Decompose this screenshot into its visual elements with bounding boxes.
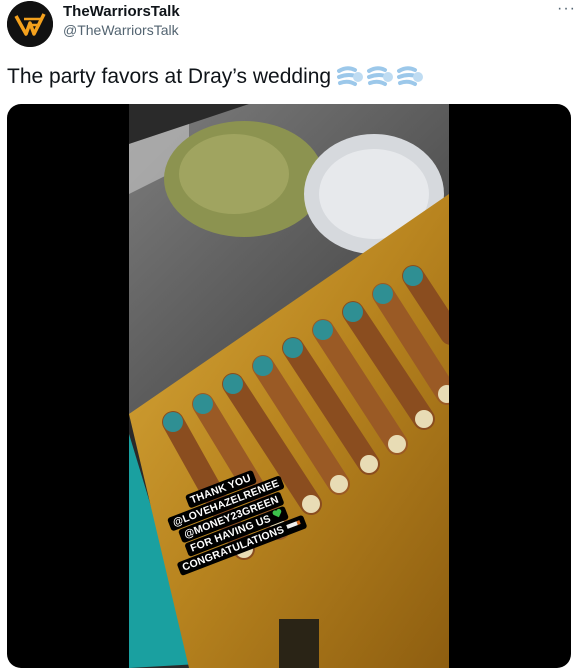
avatar[interactable] <box>7 1 53 47</box>
dashing-away-icon <box>397 66 424 86</box>
warriors-talk-logo-icon <box>7 1 53 47</box>
tweet-media-video[interactable]: THANK YOU @LOVEHAZELRENEE @MONEY23GREEN … <box>7 104 571 668</box>
cigarette-icon <box>286 520 302 529</box>
tweet-author: TheWarriorsTalk @TheWarriorsTalk <box>63 2 180 40</box>
dashing-away-icon <box>337 66 364 86</box>
more-options-icon[interactable]: ··· <box>557 0 576 18</box>
tweet-body: The party favors at Dray’s wedding <box>7 62 425 92</box>
tweet-text: The party favors at Dray’s wedding <box>7 65 332 88</box>
green-heart-icon <box>272 509 282 518</box>
emoji-row <box>337 64 425 90</box>
video-frame <box>129 104 449 668</box>
author-display-name[interactable]: TheWarriorsTalk <box>63 2 180 21</box>
video-still-image <box>129 104 449 668</box>
author-handle[interactable]: @TheWarriorsTalk <box>63 21 180 40</box>
dashing-away-icon <box>367 66 394 86</box>
